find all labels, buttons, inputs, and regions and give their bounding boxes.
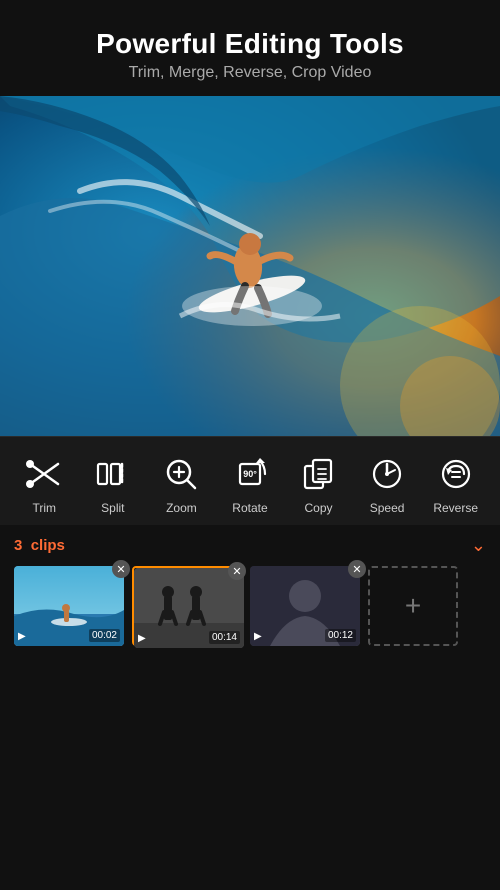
- trim-icon: [23, 453, 65, 495]
- video-scene: [0, 96, 500, 436]
- header: Powerful Editing Tools Trim, Merge, Reve…: [0, 0, 500, 96]
- speed-icon: [366, 453, 408, 495]
- copy-tool[interactable]: Copy: [290, 453, 348, 515]
- trim-label: Trim: [33, 501, 57, 515]
- zoom-icon: [160, 453, 202, 495]
- clip-3-thumb: ▶ 00:12: [250, 566, 360, 646]
- clip-1-video-icon: ▶: [18, 631, 26, 642]
- toolbar: Trim Split Zoom 90°: [0, 436, 500, 525]
- clips-number: 3: [14, 537, 22, 554]
- trim-tool[interactable]: Trim: [15, 453, 73, 515]
- copy-label: Copy: [305, 501, 333, 515]
- clip-2-video-icon: ▶: [138, 633, 146, 644]
- page-title: Powerful Editing Tools: [20, 28, 480, 60]
- chevron-up-icon[interactable]: ⌄: [471, 535, 486, 556]
- zoom-tool[interactable]: Zoom: [152, 453, 210, 515]
- clip-2-thumb: ▶ 00:14: [134, 568, 244, 648]
- clip-1-close[interactable]: ✕: [112, 560, 130, 578]
- clip-2[interactable]: ▶ 00:14 ✕: [132, 566, 242, 646]
- clips-label: clips: [31, 537, 65, 554]
- split-label: Split: [101, 501, 124, 515]
- zoom-label: Zoom: [166, 501, 197, 515]
- add-clip-button[interactable]: +: [368, 566, 458, 646]
- reverse-icon: [435, 453, 477, 495]
- clip-2-duration: 00:14: [209, 631, 240, 644]
- reverse-tool[interactable]: Reverse: [427, 453, 485, 515]
- clip-3-video-icon: ▶: [254, 631, 262, 642]
- video-preview: [0, 96, 500, 436]
- clip-1-thumb: ▶ 00:02: [14, 566, 124, 646]
- speed-label: Speed: [370, 501, 405, 515]
- reverse-label: Reverse: [433, 501, 478, 515]
- clip-3-duration: 00:12: [325, 629, 356, 642]
- page-subtitle: Trim, Merge, Reverse, Crop Video: [20, 64, 480, 82]
- rotate-tool[interactable]: 90° Rotate: [221, 453, 279, 515]
- clips-row: ▶ 00:02 ✕: [14, 566, 486, 646]
- split-tool[interactable]: Split: [84, 453, 142, 515]
- clip-3[interactable]: ▶ 00:12 ✕: [250, 566, 360, 646]
- rotate-icon: 90°: [229, 453, 271, 495]
- clips-section: 3 clips ⌄: [0, 525, 500, 646]
- clip-2-close[interactable]: ✕: [228, 562, 246, 580]
- clip-3-close[interactable]: ✕: [348, 560, 366, 578]
- clips-header: 3 clips ⌄: [14, 535, 486, 556]
- clip-1-duration: 00:02: [89, 629, 120, 642]
- svg-text:90°: 90°: [243, 469, 257, 479]
- rotate-label: Rotate: [232, 501, 267, 515]
- split-icon: [92, 453, 134, 495]
- clips-count: 3 clips: [14, 537, 65, 554]
- copy-icon: [298, 453, 340, 495]
- speed-tool[interactable]: Speed: [358, 453, 416, 515]
- clip-1[interactable]: ▶ 00:02 ✕: [14, 566, 124, 646]
- add-clip-plus-icon: +: [405, 590, 421, 622]
